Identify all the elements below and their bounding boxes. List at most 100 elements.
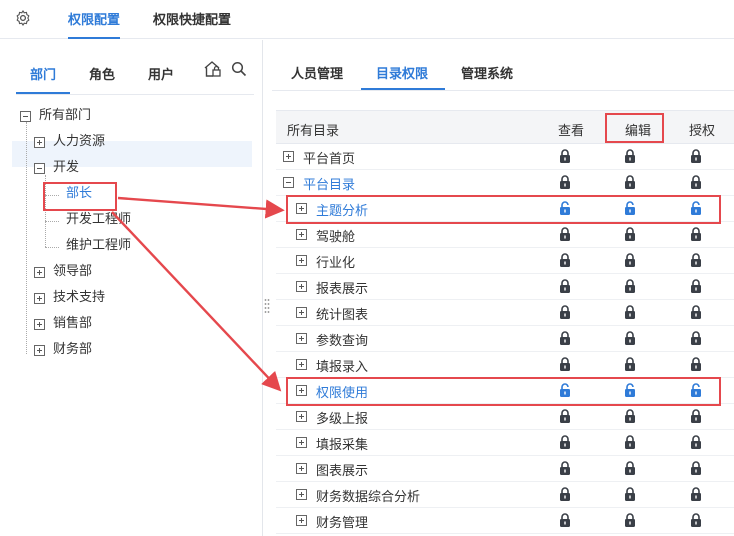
- directory-label: 平台目录: [303, 178, 356, 193]
- table-row[interactable]: 填报采集: [276, 430, 734, 456]
- expand-icon[interactable]: [34, 293, 45, 304]
- lock-icon-view[interactable]: [559, 149, 571, 163]
- lock-icon-edit[interactable]: [624, 253, 636, 267]
- lock-icon-edit[interactable]: [624, 435, 636, 449]
- tab-permission-quick-config[interactable]: 权限快捷配置: [153, 9, 231, 39]
- table-row[interactable]: 财务数据综合分析: [276, 482, 734, 508]
- lock-icon-view[interactable]: [559, 279, 571, 293]
- table-row[interactable]: 行业化: [276, 248, 734, 274]
- divider: [16, 94, 254, 95]
- collapse-icon[interactable]: [34, 163, 45, 174]
- table-row[interactable]: 统计图表: [276, 300, 734, 326]
- directory-label: 图表展示: [316, 464, 369, 479]
- lock-icon-edit[interactable]: [624, 357, 636, 371]
- table-row[interactable]: 多级上报: [276, 404, 734, 430]
- table-row[interactable]: 财务管理: [276, 508, 734, 534]
- tree-item-label: 维护工程师: [66, 238, 132, 253]
- tab-management-system[interactable]: 管理系统: [461, 63, 513, 82]
- lock-icon-view[interactable]: [559, 461, 571, 475]
- expand-icon[interactable]: [296, 515, 307, 526]
- expand-icon[interactable]: [296, 229, 307, 240]
- tab-directory-permissions[interactable]: 目录权限: [376, 63, 428, 82]
- annotation-box: [286, 195, 721, 224]
- tab-department[interactable]: 部门: [30, 64, 56, 83]
- column-header-view: 查看: [558, 124, 585, 139]
- lock-icon-view[interactable]: [559, 175, 571, 189]
- lock-icon-view[interactable]: [559, 487, 571, 501]
- lock-icon-view[interactable]: [559, 227, 571, 241]
- lock-icon-grant[interactable]: [690, 513, 702, 527]
- lock-icon-edit[interactable]: [624, 331, 636, 345]
- collapse-icon[interactable]: [283, 177, 294, 188]
- tree-line: [45, 221, 59, 222]
- lock-icon-edit[interactable]: [624, 175, 636, 189]
- lock-icon-edit[interactable]: [624, 149, 636, 163]
- lock-icon-grant[interactable]: [690, 253, 702, 267]
- expand-icon[interactable]: [296, 411, 307, 422]
- lock-icon-grant[interactable]: [690, 409, 702, 423]
- lock-icon-edit[interactable]: [624, 461, 636, 475]
- lock-icon-grant[interactable]: [690, 279, 702, 293]
- lock-home-icon[interactable]: [203, 60, 221, 78]
- tree-item-ops-engineer[interactable]: 维护工程师: [66, 234, 131, 258]
- lock-icon-grant[interactable]: [690, 435, 702, 449]
- lock-icon-grant[interactable]: [690, 149, 702, 163]
- table-row[interactable]: 填报录入: [276, 352, 734, 378]
- lock-icon-grant[interactable]: [690, 331, 702, 345]
- expand-icon[interactable]: [296, 307, 307, 318]
- lock-icon-view[interactable]: [559, 253, 571, 267]
- lock-icon-grant[interactable]: [690, 461, 702, 475]
- lock-icon-grant[interactable]: [690, 175, 702, 189]
- tab-permission-config[interactable]: 权限配置: [68, 9, 121, 39]
- lock-icon-edit[interactable]: [624, 279, 636, 293]
- resize-handle-icon[interactable]: [264, 298, 270, 314]
- tab-user[interactable]: 用户: [148, 64, 174, 83]
- directory-label: 财务数据综合分析: [316, 490, 421, 505]
- tab-personnel[interactable]: 人员管理: [291, 63, 343, 82]
- lock-icon-grant[interactable]: [690, 227, 702, 241]
- lock-icon-edit[interactable]: [624, 409, 636, 423]
- table-row[interactable]: 图表展示: [276, 456, 734, 482]
- expand-icon[interactable]: [34, 345, 45, 356]
- tree-line: [26, 122, 27, 354]
- directory-label: 填报录入: [316, 360, 369, 375]
- lock-icon-grant[interactable]: [690, 305, 702, 319]
- lock-icon-edit[interactable]: [624, 227, 636, 241]
- expand-icon[interactable]: [296, 359, 307, 370]
- lock-icon-view[interactable]: [559, 513, 571, 527]
- tab-role[interactable]: 角色: [89, 64, 115, 83]
- lock-icon-edit[interactable]: [624, 305, 636, 319]
- lock-icon-view[interactable]: [559, 331, 571, 345]
- expand-icon[interactable]: [34, 319, 45, 330]
- expand-icon[interactable]: [296, 255, 307, 266]
- lock-icon-edit[interactable]: [624, 513, 636, 527]
- lock-icon-edit[interactable]: [624, 487, 636, 501]
- expand-icon[interactable]: [34, 137, 45, 148]
- expand-icon[interactable]: [296, 489, 307, 500]
- tree-item-label: 开发工程师: [66, 212, 132, 227]
- expand-icon[interactable]: [296, 463, 307, 474]
- lock-icon-grant[interactable]: [690, 487, 702, 501]
- lock-icon-view[interactable]: [559, 305, 571, 319]
- expand-icon[interactable]: [296, 437, 307, 448]
- table-row[interactable]: 平台首页: [276, 144, 734, 170]
- expand-icon[interactable]: [34, 267, 45, 278]
- lock-icon-grant[interactable]: [690, 357, 702, 371]
- divider: [272, 90, 734, 91]
- table-row[interactable]: 参数查询: [276, 326, 734, 352]
- gear-icon[interactable]: [14, 9, 32, 27]
- column-header-name: 所有目录: [287, 124, 340, 139]
- table-row[interactable]: 驾驶舱: [276, 222, 734, 248]
- annotation-box: [286, 377, 721, 406]
- search-icon[interactable]: [231, 61, 247, 77]
- table-row[interactable]: 平台目录: [276, 170, 734, 196]
- collapse-icon[interactable]: [20, 111, 31, 122]
- lock-icon-view[interactable]: [559, 409, 571, 423]
- expand-icon[interactable]: [296, 333, 307, 344]
- expand-icon[interactable]: [283, 151, 294, 162]
- expand-icon[interactable]: [296, 281, 307, 292]
- tree-item-dev-engineer[interactable]: 开发工程师: [66, 208, 131, 232]
- lock-icon-view[interactable]: [559, 435, 571, 449]
- table-row[interactable]: 报表展示: [276, 274, 734, 300]
- lock-icon-view[interactable]: [559, 357, 571, 371]
